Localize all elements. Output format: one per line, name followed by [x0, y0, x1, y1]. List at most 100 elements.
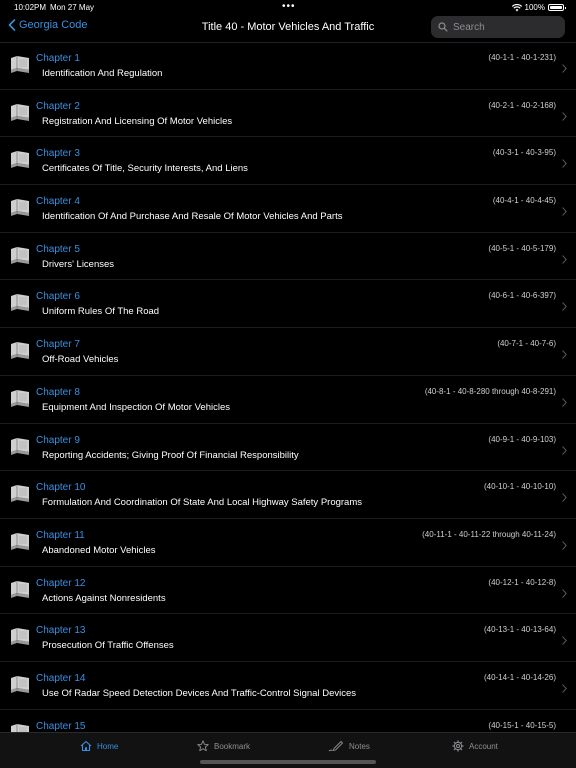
- battery-icon: [548, 4, 566, 11]
- navigation-bar: Georgia Code Title 40 - Motor Vehicles A…: [0, 14, 576, 43]
- law-book-icon: [9, 293, 31, 313]
- chapter-number: Chapter 10: [36, 482, 86, 494]
- search-input[interactable]: [453, 21, 553, 33]
- section-range: (40-6-1 - 40-6-397): [488, 291, 556, 301]
- section-range: (40-13-1 - 40-13-64): [483, 625, 556, 635]
- status-time: 10:02PM: [14, 3, 47, 12]
- chapter-number: Chapter 6: [36, 291, 80, 303]
- chapter-row[interactable]: Chapter 5 Drivers' Licenses (40-5-1 - 40-5…: [0, 233, 576, 281]
- section-range: (40-5-1 - 40-5-179): [488, 243, 556, 253]
- status-date: Mon 27 May: [50, 3, 95, 12]
- chevron-right-icon: [562, 108, 567, 121]
- section-range: (40-1-1 - 40-1-231): [488, 53, 556, 62]
- status-right: 100%: [511, 3, 566, 12]
- chapter-row[interactable]: Chapter 3 Certificates Of Title, Security…: [0, 137, 576, 186]
- chapter-title: Off-Road Vehicles: [42, 354, 119, 366]
- chapter-title: Uniform Rules Of The Road: [42, 306, 160, 318]
- home-indicator: [200, 760, 376, 764]
- tab-bookmark-label: Bookmark: [214, 741, 251, 751]
- section-range: (40-12-1 - 40-12-8): [488, 577, 556, 587]
- chevron-right-icon: [562, 298, 567, 312]
- search-icon: [438, 22, 448, 32]
- chapter-number: Chapter 7: [36, 339, 80, 351]
- chevron-right-icon: [562, 489, 567, 502]
- section-range: (40-3-1 - 40-3-95): [492, 148, 556, 158]
- chapter-title: Prosecution Of Traffic Offenses: [42, 640, 174, 652]
- chapter-row[interactable]: Chapter 9 Reporting Accidents; Giving Pro…: [0, 424, 576, 472]
- section-range: (40-11-1 - 40-11-22 through 40-11-24): [422, 529, 556, 539]
- chapter-number: Chapter 8: [36, 386, 80, 398]
- tab-account-label: Account: [469, 741, 498, 751]
- section-range: (40-8-1 - 40-8-280 through 40-8-291): [424, 386, 556, 396]
- chapter-number: Chapter 14: [36, 672, 86, 684]
- tab-notes[interactable]: Notes: [328, 740, 370, 752]
- chapter-row[interactable]: Chapter 11 Abandoned Motor Vehicles (40-11…: [0, 519, 576, 567]
- wifi-icon: [511, 3, 522, 11]
- chevron-right-icon: [562, 203, 567, 216]
- chapter-row[interactable]: Chapter 4 Identification Of And Purchase …: [0, 185, 576, 233]
- chapter-title: Certificates Of Title, Security Interest…: [42, 163, 248, 175]
- law-book-icon: [9, 103, 31, 123]
- section-range: (40-9-1 - 40-9-103): [488, 434, 556, 444]
- section-range: (40-10-1 - 40-10-10): [483, 482, 556, 492]
- chapter-row[interactable]: Chapter 7 Off-Road Vehicles (40-7-1 - 40-7…: [0, 328, 576, 376]
- chapter-row[interactable]: Chapter 13 Prosecution Of Traffic Offense…: [0, 614, 576, 662]
- chapter-title: Equipment And Inspection Of Motor Vehicl…: [42, 401, 230, 413]
- star-icon: [197, 740, 209, 752]
- chevron-right-icon: [562, 155, 567, 169]
- tab-home-label: Home: [97, 741, 119, 751]
- chapter-row[interactable]: Chapter 15 (40-15-1 - 40-15-5): [0, 710, 576, 732]
- chapter-title: Drivers' Licenses: [42, 258, 115, 270]
- chapter-number: Chapter 2: [36, 100, 80, 112]
- tab-account[interactable]: Account: [452, 740, 498, 752]
- gear-icon: [452, 740, 464, 752]
- chapter-number: Chapter 12: [36, 577, 86, 589]
- chapter-row[interactable]: Chapter 10 Formulation And Coordination O…: [0, 471, 576, 519]
- chapter-title: Formulation And Coordination Of State An…: [42, 497, 363, 509]
- chevron-right-icon: [562, 680, 567, 693]
- chapter-title: Identification Of And Purchase And Resal…: [42, 211, 343, 223]
- chevron-right-icon: [562, 442, 567, 455]
- chapter-list: Chapter 1 Identification And Regulation (4…: [0, 42, 576, 732]
- chapter-title: Abandoned Motor Vehicles: [42, 544, 156, 556]
- chapter-number: Chapter 1: [36, 53, 80, 64]
- law-book-icon: [9, 150, 31, 170]
- chapter-title: Identification And Regulation: [42, 68, 163, 79]
- tab-bookmark[interactable]: Bookmark: [197, 740, 250, 752]
- chevron-right-icon: [562, 394, 567, 407]
- law-book-icon: [9, 627, 31, 647]
- chevron-right-icon: [562, 60, 567, 73]
- chapter-row[interactable]: Chapter 6 Uniform Rules Of The Road (40-6-…: [0, 280, 576, 329]
- chevron-right-icon: [562, 251, 567, 264]
- chapter-title: Actions Against Nonresidents: [42, 592, 166, 604]
- chapter-row[interactable]: Chapter 2 Registration And Licensing Of M…: [0, 90, 576, 138]
- status-bar: 10:02PM Mon 27 May ••• 100%: [0, 0, 576, 14]
- chapter-title: Use Of Radar Speed Detection Devices And…: [42, 687, 357, 699]
- chapter-row[interactable]: Chapter 1 Identification And Regulation (4…: [0, 42, 576, 90]
- chevron-right-icon: [562, 346, 567, 359]
- chapter-row[interactable]: Chapter 14 Use Of Radar Speed Detection D…: [0, 662, 576, 710]
- chapter-number: Chapter 13: [36, 625, 86, 637]
- law-book-icon: [9, 532, 31, 552]
- chapter-title: Reporting Accidents; Giving Proof Of Fin…: [42, 449, 299, 461]
- section-range: (40-7-1 - 40-7-6): [497, 339, 556, 349]
- section-range: (40-14-1 - 40-14-26): [483, 672, 556, 682]
- chapter-title: Registration And Licensing Of Motor Vehi…: [42, 115, 233, 127]
- law-book-icon: [9, 723, 31, 732]
- chapter-number: Chapter 15: [36, 720, 86, 732]
- chevron-right-icon: [562, 537, 567, 550]
- chevron-right-icon: [562, 585, 567, 598]
- law-book-icon: [9, 389, 31, 409]
- law-book-icon: [9, 246, 31, 266]
- chapter-row[interactable]: Chapter 12 Actions Against Nonresidents (4…: [0, 567, 576, 615]
- law-book-icon: [9, 341, 31, 361]
- multitasking-dots-icon[interactable]: •••: [282, 1, 296, 12]
- chevron-right-icon: [562, 632, 567, 645]
- tab-home[interactable]: Home: [80, 740, 118, 752]
- chapter-row[interactable]: Chapter 8 Equipment And Inspection Of Mot…: [0, 376, 576, 424]
- battery-percent: 100%: [524, 3, 545, 12]
- search-box[interactable]: [431, 16, 565, 38]
- law-book-icon: [9, 55, 31, 75]
- law-book-icon: [9, 198, 31, 218]
- law-book-icon: [9, 675, 31, 695]
